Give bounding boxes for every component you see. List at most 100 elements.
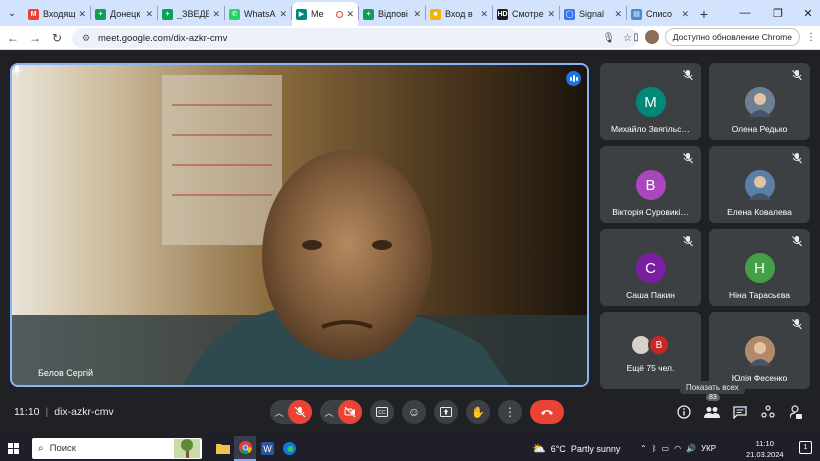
- network-icon[interactable]: ▭: [662, 444, 670, 453]
- browser-tab[interactable]: ▶ Ме ✕: [292, 2, 358, 26]
- more-options-button[interactable]: ⋮: [498, 400, 522, 424]
- browser-tab[interactable]: ◯ Signal ✕: [560, 2, 626, 26]
- mic-options-chevron-icon[interactable]: ︿: [270, 406, 288, 419]
- browser-tab[interactable]: + Відпові ✕: [359, 2, 425, 26]
- reactions-button[interactable]: ☺: [402, 400, 426, 424]
- tab-title: Відпові: [378, 9, 408, 19]
- people-icon: [704, 407, 720, 418]
- taskbar-clock[interactable]: 11:10 21.03.2024: [746, 438, 784, 460]
- tray-overflow-icon[interactable]: ⌃: [640, 444, 647, 453]
- present-button[interactable]: [434, 400, 458, 424]
- camera-toggle-button[interactable]: [338, 400, 362, 424]
- participant-tile[interactable]: Олена Редько: [709, 63, 810, 140]
- tab-favicon-icon: ◯: [564, 8, 575, 20]
- tab-close-icon[interactable]: ✕: [212, 9, 220, 20]
- tab-close-icon[interactable]: ✕: [279, 9, 287, 20]
- tab-favicon-icon: ▤: [631, 8, 642, 20]
- tab-close-icon[interactable]: ✕: [78, 9, 86, 20]
- meeting-details-button[interactable]: [674, 402, 694, 422]
- language-indicator[interactable]: УКР: [701, 444, 716, 453]
- tab-title: Донецк: [110, 9, 141, 19]
- participant-name: Саша Пакин: [626, 290, 675, 300]
- url-text[interactable]: meet.google.com/dix-azkr-cmv: [98, 33, 227, 44]
- restore-icon[interactable]: ❐: [763, 0, 793, 26]
- windows-taskbar: ⌕ Поиск W ⛅ 6°C Partly sunny ⌃ ᛒ ▭ ◠ 🔊 У: [0, 436, 820, 461]
- participant-tile[interactable]: Елена Ковалева: [709, 146, 810, 223]
- participant-tile[interactable]: С Саша Пакин: [600, 229, 701, 306]
- browser-tab[interactable]: M Входящ ✕: [24, 2, 90, 26]
- show-all-tooltip: Показать всех: [680, 381, 745, 394]
- wifi-icon[interactable]: ◠: [674, 444, 681, 453]
- taskbar-word[interactable]: W: [256, 436, 278, 461]
- bookmark-star-icon[interactable]: ☆: [623, 33, 632, 44]
- tab-close-icon[interactable]: ✕: [681, 9, 689, 20]
- participant-tile[interactable]: Юлія Фесенко: [709, 312, 810, 389]
- browser-tab[interactable]: ■ Вход в ✕: [426, 2, 492, 26]
- participant-name: Ніна Тарасьєва: [729, 290, 790, 300]
- chrome-update-button[interactable]: Доступно обновление Chrome: [664, 28, 800, 46]
- bluetooth-icon[interactable]: ᛒ: [652, 444, 657, 453]
- mic-toggle-button[interactable]: [288, 400, 312, 424]
- volume-icon[interactable]: 🔊: [686, 444, 696, 453]
- tab-close-icon[interactable]: ✕: [614, 9, 622, 20]
- stacked-avatars: В: [630, 334, 674, 356]
- side-panel-icon[interactable]: ▯: [633, 32, 639, 43]
- tab-close-icon[interactable]: ✕: [145, 9, 153, 20]
- tab-title: Списо: [646, 9, 673, 19]
- new-tab-button[interactable]: +: [693, 2, 715, 26]
- captions-button[interactable]: CC: [370, 400, 394, 424]
- site-info-icon[interactable]: ⚙: [78, 33, 94, 44]
- tab-close-icon[interactable]: ✕: [413, 9, 421, 20]
- browser-tab[interactable]: HD Смотре ✕: [493, 2, 559, 26]
- close-window-icon[interactable]: ✕: [793, 0, 820, 26]
- taskbar-explorer[interactable]: [212, 436, 234, 461]
- browser-tab-bar: ⌄ M Входящ ✕ + Донецк ✕ + _ЗВЕДЕ ✕ ✆ WhatsA ✕ ▶ Ме ✕ + В…: [0, 0, 820, 26]
- start-button[interactable]: [2, 436, 24, 461]
- reload-button[interactable]: ↻: [46, 27, 68, 49]
- microphone-icon[interactable]: 🎙: [602, 33, 615, 44]
- main-speaker-video[interactable]: Белов Сергій: [10, 63, 589, 387]
- hand-icon: ✋: [471, 406, 485, 419]
- more-participants-tile[interactable]: В Ещё 75 чел.: [600, 312, 701, 389]
- browser-tab[interactable]: ▤ Списо ✕: [627, 2, 693, 26]
- captions-icon: CC: [376, 407, 388, 417]
- more-menu-icon[interactable]: ⋮: [806, 32, 816, 43]
- tab-title: Signal: [579, 9, 605, 19]
- taskbar-chrome[interactable]: [234, 436, 256, 461]
- clock-time: 11:10: [755, 439, 774, 448]
- toolbar-right: ▯ Доступно обновление Chrome ⋮: [633, 28, 816, 46]
- browser-tab[interactable]: + _ЗВЕДЕ ✕: [158, 2, 224, 26]
- taskbar-edge[interactable]: [278, 436, 300, 461]
- tab-close-icon[interactable]: ✕: [346, 9, 354, 20]
- forward-button[interactable]: →: [24, 27, 46, 49]
- participant-tile[interactable]: В Вікторія Суровикі…: [600, 146, 701, 223]
- tab-close-icon[interactable]: ✕: [547, 9, 555, 20]
- chat-button[interactable]: [730, 402, 750, 422]
- weather-temp: 6°C: [550, 443, 566, 454]
- recording-dot-icon: [336, 10, 344, 18]
- activities-button[interactable]: [758, 402, 778, 422]
- raise-hand-button[interactable]: ✋: [466, 400, 490, 424]
- minimize-icon[interactable]: —: [730, 0, 760, 26]
- weather-widget[interactable]: ⛅ 6°C Partly sunny: [532, 436, 620, 461]
- back-button[interactable]: ←: [2, 27, 24, 49]
- people-button[interactable]: [702, 402, 722, 422]
- omnibox[interactable]: ⚙ meet.google.com/dix-azkr-cmv 🎙 ☆: [72, 28, 638, 48]
- taskbar-search[interactable]: ⌕ Поиск: [32, 438, 202, 459]
- profile-avatar[interactable]: [644, 30, 659, 44]
- participant-tile[interactable]: M Михайло Звягільс…: [600, 63, 701, 140]
- tab-close-icon[interactable]: ✕: [480, 9, 488, 20]
- camera-off-icon: [344, 406, 356, 418]
- address-toolbar: ← → ↻ ⚙ meet.google.com/dix-azkr-cmv 🎙 ☆…: [0, 26, 820, 50]
- participant-tile[interactable]: Н Ніна Тарасьєва: [709, 229, 810, 306]
- tab-search-menu[interactable]: ⌄: [0, 0, 24, 26]
- tab-favicon-icon: ✆: [229, 8, 240, 20]
- meet-stage: Белов Сергій M Михайло Звягільс… Олена Ред…: [0, 51, 820, 436]
- mic-control-group: ︿: [270, 400, 312, 424]
- leave-call-button[interactable]: [530, 400, 564, 424]
- browser-tab[interactable]: + Донецк ✕: [91, 2, 157, 26]
- camera-options-chevron-icon[interactable]: ︿: [320, 406, 338, 419]
- notifications-button[interactable]: 1: [799, 441, 812, 454]
- host-controls-button[interactable]: [786, 402, 806, 422]
- browser-tab[interactable]: ✆ WhatsA ✕: [225, 2, 291, 26]
